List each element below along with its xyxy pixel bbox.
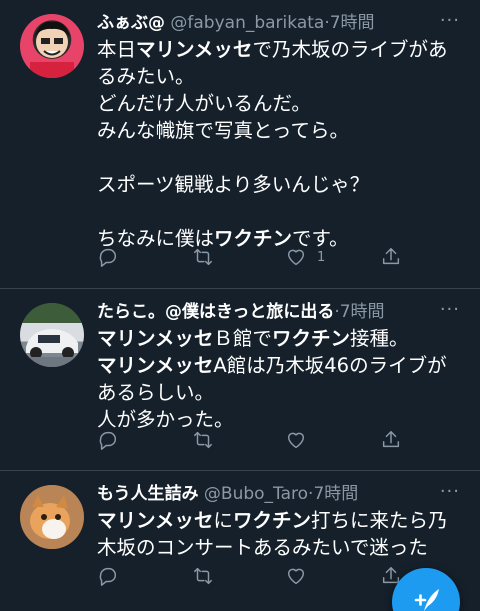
like-button[interactable] — [285, 565, 307, 587]
share-button[interactable] — [380, 429, 402, 451]
reply-button[interactable] — [97, 429, 119, 451]
reply-icon — [99, 248, 117, 267]
highlighted-keyword: マリンメッセ — [97, 354, 214, 377]
more-options-icon[interactable]: ··· — [440, 299, 460, 320]
share-icon — [382, 248, 400, 265]
retweet-icon — [194, 567, 212, 585]
reply-icon — [99, 431, 117, 450]
like-button[interactable]: 1 — [285, 246, 325, 268]
like-icon — [287, 432, 305, 449]
avatar[interactable] — [20, 14, 84, 78]
tweet-text-segment: に — [213, 509, 233, 532]
reply-button[interactable] — [97, 246, 119, 268]
tweet-header: たらこ。@僕はきっと旅に出る·7時間 — [97, 299, 440, 325]
avatar-photo — [20, 485, 84, 549]
like-button[interactable] — [285, 429, 307, 451]
display-name[interactable]: もう人生詰み — [97, 484, 199, 504]
like-count: 1 — [317, 249, 326, 265]
tweet-actions — [97, 429, 427, 455]
tweet-text-segment: 接種。 — [349, 327, 409, 350]
highlighted-keyword: ワクチン — [232, 509, 311, 532]
timestamp[interactable]: 7時間 — [313, 484, 358, 504]
more-options-icon[interactable]: ··· — [440, 481, 460, 502]
more-options-icon[interactable]: ··· — [440, 10, 460, 31]
retweet-button[interactable] — [192, 429, 214, 451]
tweet-text-segment: で乃木坂のライブがあるみたい。 どんだけ人がいるんだ。 みんな幟旗で写真とってら… — [97, 38, 448, 250]
retweet-icon — [194, 248, 212, 266]
tweet-text-segment: Ｂ館で — [213, 327, 272, 350]
display-name[interactable]: たらこ。@僕はきっと旅に出る — [97, 302, 334, 322]
tweet-actions: 1 — [97, 246, 427, 272]
tweet-header: ふぁぶ@ @fabyan_barikata·7時間 — [97, 10, 440, 36]
timestamp[interactable]: 7時間 — [340, 302, 385, 322]
highlighted-keyword: マリンメッセ — [136, 38, 253, 61]
reply-icon — [99, 567, 117, 586]
reply-button[interactable] — [97, 565, 119, 587]
avatar[interactable] — [20, 303, 84, 367]
tweet-header: もう人生詰み @Bubo_Taro·7時間 — [97, 481, 440, 507]
avatar-illustration — [30, 21, 74, 78]
retweet-button[interactable] — [192, 565, 214, 587]
tweet-text: マリンメッセにワクチン打ちに来たら乃木坂のコンサートあるみたいで迷った — [97, 507, 462, 561]
tweet[interactable]: たらこ。@僕はきっと旅に出る·7時間 ··· マリンメッセＢ館でワクチン接種。 … — [0, 289, 480, 471]
retweet-icon — [194, 431, 212, 449]
avatar-photo — [20, 303, 84, 367]
share-icon — [382, 431, 400, 448]
tweet-text: マリンメッセＢ館でワクチン接種。 マリンメッセA館は乃木坂46のライブがあるらし… — [97, 325, 462, 433]
highlighted-keyword: ワクチン — [271, 327, 350, 350]
like-icon — [287, 249, 305, 266]
highlighted-keyword: マリンメッセ — [97, 509, 214, 532]
timestamp[interactable]: 7時間 — [330, 13, 375, 33]
tweet-text-segment: 本日 — [97, 38, 137, 61]
retweet-button[interactable] — [192, 246, 214, 268]
tweet-text: 本日マリンメッセで乃木坂のライブがあるみたい。 どんだけ人がいるんだ。 みんな幟… — [97, 36, 462, 252]
username[interactable]: @fabyan_barikata — [170, 13, 324, 33]
compose-icon — [414, 589, 439, 611]
avatar[interactable] — [20, 485, 84, 549]
tweet[interactable]: ふぁぶ@ @fabyan_barikata·7時間 ··· 本日マリンメッセで乃… — [0, 0, 480, 289]
like-icon — [287, 568, 305, 585]
display-name[interactable]: ふぁぶ@ — [97, 13, 165, 33]
share-button[interactable] — [380, 246, 402, 268]
highlighted-keyword: マリンメッセ — [97, 327, 214, 350]
timeline-feed: ふぁぶ@ @fabyan_barikata·7時間 ··· 本日マリンメッセで乃… — [0, 0, 480, 611]
username[interactable]: @Bubo_Taro — [204, 484, 308, 504]
tweet-actions — [97, 565, 427, 591]
